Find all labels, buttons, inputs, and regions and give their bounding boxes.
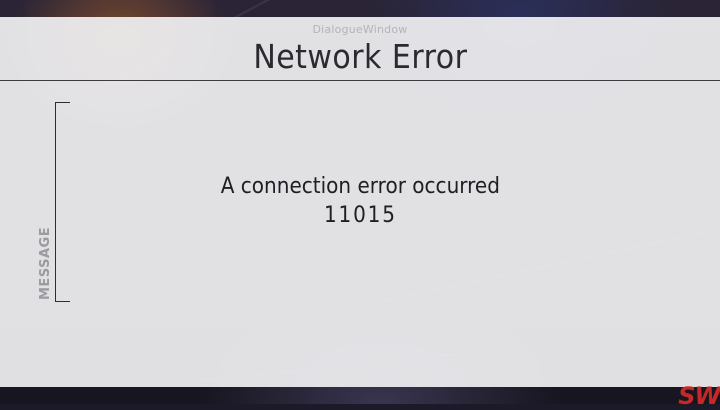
dialog-title: Network Error (253, 37, 468, 76)
game-logo: SW (678, 382, 720, 410)
header-divider (0, 80, 720, 81)
message-side-label: MESSAGE (38, 226, 53, 300)
error-code: 11015 (323, 203, 397, 228)
window-label: DialogueWindow (312, 23, 408, 36)
message-body: A connection error occurred 11015 (0, 172, 720, 230)
error-message: A connection error occurred (220, 174, 500, 199)
dialogue-window[interactable]: DialogueWindow Network Error MESSAGE A c… (0, 17, 720, 387)
dialogue-header: DialogueWindow Network Error (0, 17, 720, 80)
